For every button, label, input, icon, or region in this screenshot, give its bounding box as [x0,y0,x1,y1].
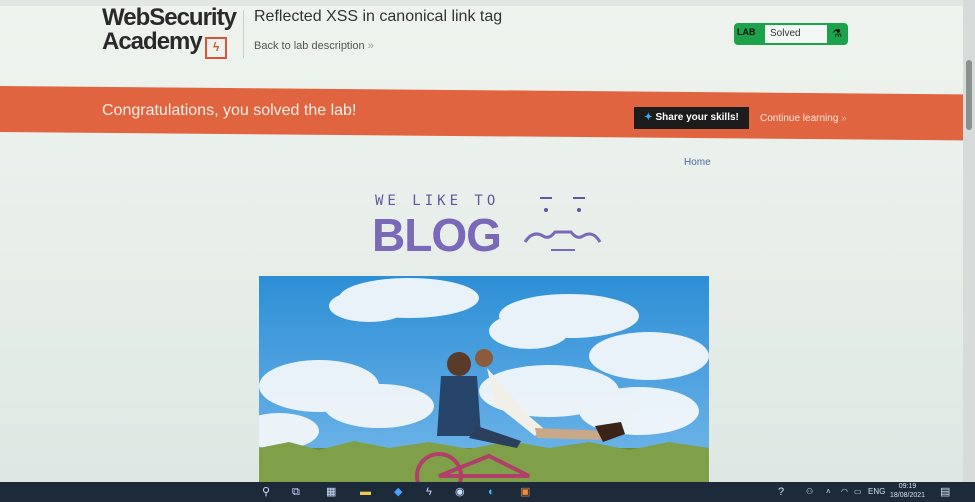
web-security-academy-logo[interactable]: WebSecurity Academy ϟ [102,4,237,59]
clock-date: 18/08/2021 [890,492,926,499]
task-view-icon[interactable]: ⧉ [292,484,300,500]
logo-line-1: WebSecurity [102,4,237,31]
share-skills-button[interactable]: ✦ Share your skills! [634,107,749,129]
wifi-icon[interactable]: ◠ [841,484,848,500]
blog-title: BLOG [372,209,502,261]
blog-face-logo-icon [523,197,602,251]
terminal-icon[interactable]: ϟ [426,484,432,500]
widgets-icon[interactable]: ▦ [326,484,336,500]
lab-title: Reflected XSS in canonical link tag [254,8,503,25]
lab-page: WebSecurity Academy ϟ Reflected XSS in ca… [0,0,975,502]
language-indicator[interactable]: ENG [868,484,885,500]
flask-icon: ⚗ [832,28,842,40]
logo-line-2: Academy ϟ [102,30,236,59]
people-icon[interactable]: ⚇ [806,484,813,500]
share-skills-label: Share your skills! [655,112,739,123]
lab-status-widget: LAB Solved ⚗ [734,23,848,45]
twitter-bird-icon: ✦ [644,112,653,123]
back-link-label: Back to lab description [254,40,365,52]
blog-hero-image [259,276,709,486]
chevron-right-icon: » [367,40,374,52]
back-to-lab-description-link[interactable]: Back to lab description » [254,40,374,52]
page-scrollbar[interactable] [963,0,975,482]
logo-line-2-text: Academy [102,28,203,55]
help-icon[interactable]: ? [778,484,784,500]
scrollbar-thumb[interactable] [966,60,972,130]
lab-header: WebSecurity Academy ϟ Reflected XSS in ca… [0,0,975,86]
congratulations-message: Congratulations, you solved the lab! [102,102,357,119]
continue-learning-link[interactable]: Continue learning » [760,113,847,124]
lab-status-tag: LAB [737,27,756,37]
home-link[interactable]: Home [684,157,711,168]
notifications-icon[interactable]: ▤ [940,484,950,500]
logo-bolt-icon: ϟ [204,37,227,59]
search-icon[interactable]: ⚲ [262,484,270,500]
file-explorer-icon[interactable]: ▬ [360,484,371,500]
clock-time: 09:19 [898,483,917,490]
dropbox-icon[interactable]: ◆ [394,484,402,500]
battery-icon[interactable]: ▭ [854,484,862,500]
chevron-up-icon[interactable]: ˄ [826,484,831,500]
burp-suite-icon[interactable]: ▣ [520,484,530,500]
blog-subtitle: WE LIKE TO [375,193,500,209]
continue-learning-label: Continue learning [760,113,839,124]
header-divider [243,10,244,58]
system-clock[interactable]: 09:19 18/08/2021 [890,482,925,500]
lab-status-value: Solved [765,25,827,43]
chrome-icon[interactable]: ◉ [455,484,465,500]
edge-icon[interactable]: ◐ [488,484,495,500]
chevron-right-icon: » [841,113,847,124]
